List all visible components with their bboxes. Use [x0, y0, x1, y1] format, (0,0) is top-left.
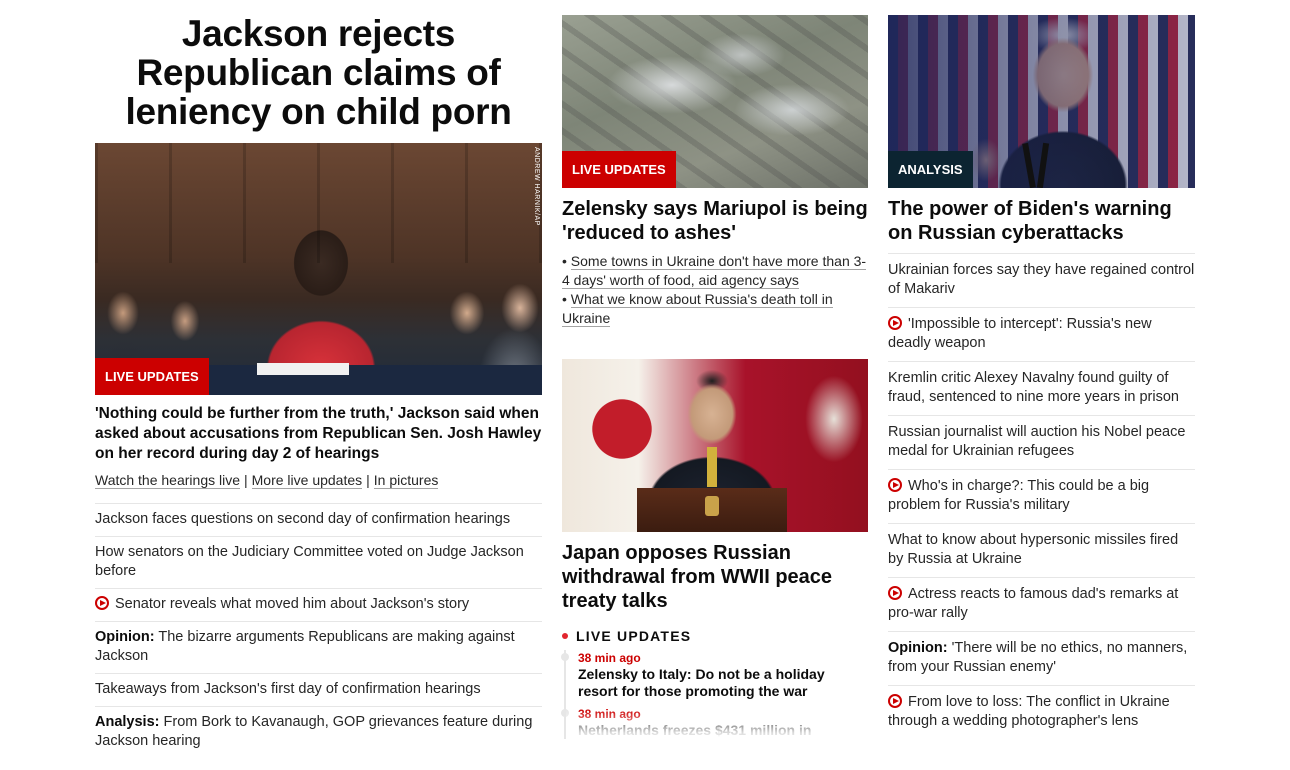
play-circle-icon [95, 596, 109, 610]
list-item[interactable]: Senator reveals what moved him about Jac… [95, 589, 542, 622]
list-item[interactable]: Analysis: From Bork to Kavanaugh, GOP gr… [95, 707, 542, 758]
story-text: Who's in charge?: This could be a big pr… [888, 478, 1150, 513]
play-circle-icon [888, 478, 902, 492]
ukraine-stories-list: Ukrainian forces say they have regained … [888, 253, 1195, 739]
japan-image[interactable] [562, 359, 868, 532]
hero-image-panel [95, 143, 542, 263]
hero-title[interactable]: Jackson rejects Republican claims of len… [95, 14, 542, 131]
story-text: What to know about hypersonic missiles f… [888, 532, 1179, 567]
watch-hearings-link[interactable]: Watch the hearings live [95, 472, 240, 489]
list-item[interactable]: Who's in charge?: This could be a big pr… [888, 470, 1195, 524]
more-live-updates-link[interactable]: More live updates [251, 472, 363, 489]
story-text: Jackson faces questions on second day of… [95, 511, 511, 527]
bullet-link[interactable]: What we know about Russia's death toll i… [562, 291, 833, 327]
link-separator: | [244, 472, 248, 488]
list-item[interactable]: Ukrainian forces say they have regained … [888, 254, 1195, 308]
story-text: Actress reacts to famous dad's remarks a… [888, 586, 1179, 621]
play-circle-icon [888, 586, 902, 600]
live-dot-icon [562, 633, 568, 639]
emblem-icon [705, 496, 719, 516]
story-text: The bizarre arguments Republicans are ma… [95, 629, 515, 664]
story-text: 'Impossible to intercept': Russia's new … [888, 316, 1152, 351]
analysis-badge: ANALYSIS [888, 151, 973, 188]
live-updates-timeline: 38 min ago Zelensky to Italy: Do not be … [561, 650, 868, 743]
hero-headline[interactable]: 'Nothing could be further from the truth… [95, 404, 542, 464]
story-text: Kremlin critic Alexey Navalny found guil… [888, 370, 1179, 405]
story-text: Ukrainian forces say they have regained … [888, 262, 1195, 297]
in-pictures-link[interactable]: In pictures [373, 472, 439, 489]
timeline-text: Netherlands freezes $431 million in [578, 722, 812, 738]
story-text: Russian journalist will auction his Nobe… [888, 424, 1186, 459]
live-updates-badge: LIVE UPDATES [95, 358, 209, 395]
play-circle-icon [888, 694, 902, 708]
list-item[interactable]: 'Impossible to intercept': Russia's new … [888, 308, 1195, 362]
live-updates-heading[interactable]: LIVE UPDATES [562, 628, 868, 644]
bullet-link[interactable]: Some towns in Ukraine don't have more th… [562, 253, 867, 289]
list-item[interactable]: How senators on the Judiciary Committee … [95, 537, 542, 589]
related-stories-list: Jackson faces questions on second day of… [95, 503, 542, 758]
timeline-time: 38 min ago [578, 707, 641, 721]
list-item[interactable]: Takeaways from Jackson's first day of co… [95, 674, 542, 707]
story-text: From love to loss: The conflict in Ukrai… [888, 694, 1170, 729]
story-text: From Bork to Kavanaugh, GOP grievances f… [95, 714, 533, 749]
timeline-entry[interactable]: 38 min ago Netherlands freezes $431 mill… [561, 706, 868, 739]
story-text: How senators on the Judiciary Committee … [95, 544, 524, 579]
list-item[interactable]: Kremlin critic Alexey Navalny found guil… [888, 362, 1195, 416]
biden-image[interactable]: ANALYSIS [888, 15, 1195, 188]
japan-image-tie [707, 447, 717, 487]
list-item[interactable]: Actress reacts to famous dad's remarks a… [888, 578, 1195, 632]
link-separator: | [366, 472, 370, 488]
live-updates-label: LIVE UPDATES [576, 628, 692, 644]
timeline-time: 38 min ago [578, 651, 641, 665]
hero-image-placard [257, 363, 349, 375]
live-updates-badge: LIVE UPDATES [562, 151, 676, 188]
right-column: ANALYSIS The power of Biden's warning on… [888, 0, 1195, 739]
list-item[interactable]: Jackson faces questions on second day of… [95, 504, 542, 537]
bullet-item: • Some towns in Ukraine don't have more … [562, 253, 867, 289]
list-item[interactable]: What to know about hypersonic missiles f… [888, 524, 1195, 578]
story-prefix: Analysis: [95, 714, 160, 730]
mariupol-bullets: • Some towns in Ukraine don't have more … [562, 252, 868, 328]
play-circle-icon [888, 316, 902, 330]
mariupol-image[interactable]: LIVE UPDATES [562, 15, 868, 188]
list-item[interactable]: Opinion: The bizarre arguments Republica… [95, 622, 542, 674]
story-prefix: Opinion: [95, 629, 155, 645]
list-item[interactable]: From love to loss: The conflict in Ukrai… [888, 686, 1195, 739]
list-item[interactable]: Russian journalist will auction his Nobe… [888, 416, 1195, 470]
story-text: Senator reveals what moved him about Jac… [115, 596, 470, 612]
hero-links: Watch the hearings live | More live update… [95, 471, 542, 489]
story-text: Takeaways from Jackson's first day of co… [95, 681, 481, 697]
image-credit: ANDREW HARNIK/AP [533, 147, 540, 226]
hero-image[interactable]: ANDREW HARNIK/AP LIVE UPDATES [95, 143, 542, 395]
list-item[interactable]: Opinion: 'There will be no ethics, no ma… [888, 632, 1195, 686]
lead-story-column: Jackson rejects Republican claims of len… [95, 0, 542, 758]
timeline-text: Zelensky to Italy: Do not be a holiday r… [578, 666, 825, 699]
japan-headline[interactable]: Japan opposes Russian withdrawal from WW… [562, 541, 868, 613]
mariupol-headline[interactable]: Zelensky says Mariupol is being 'reduced… [562, 197, 868, 245]
biden-headline[interactable]: The power of Biden's warning on Russian … [888, 197, 1195, 245]
timeline-entry[interactable]: 38 min ago Zelensky to Italy: Do not be … [561, 650, 868, 700]
middle-column: LIVE UPDATES Zelensky says Mariupol is b… [561, 0, 868, 745]
story-prefix: Opinion: [888, 640, 948, 656]
bullet-item: • What we know about Russia's death toll… [562, 291, 833, 327]
